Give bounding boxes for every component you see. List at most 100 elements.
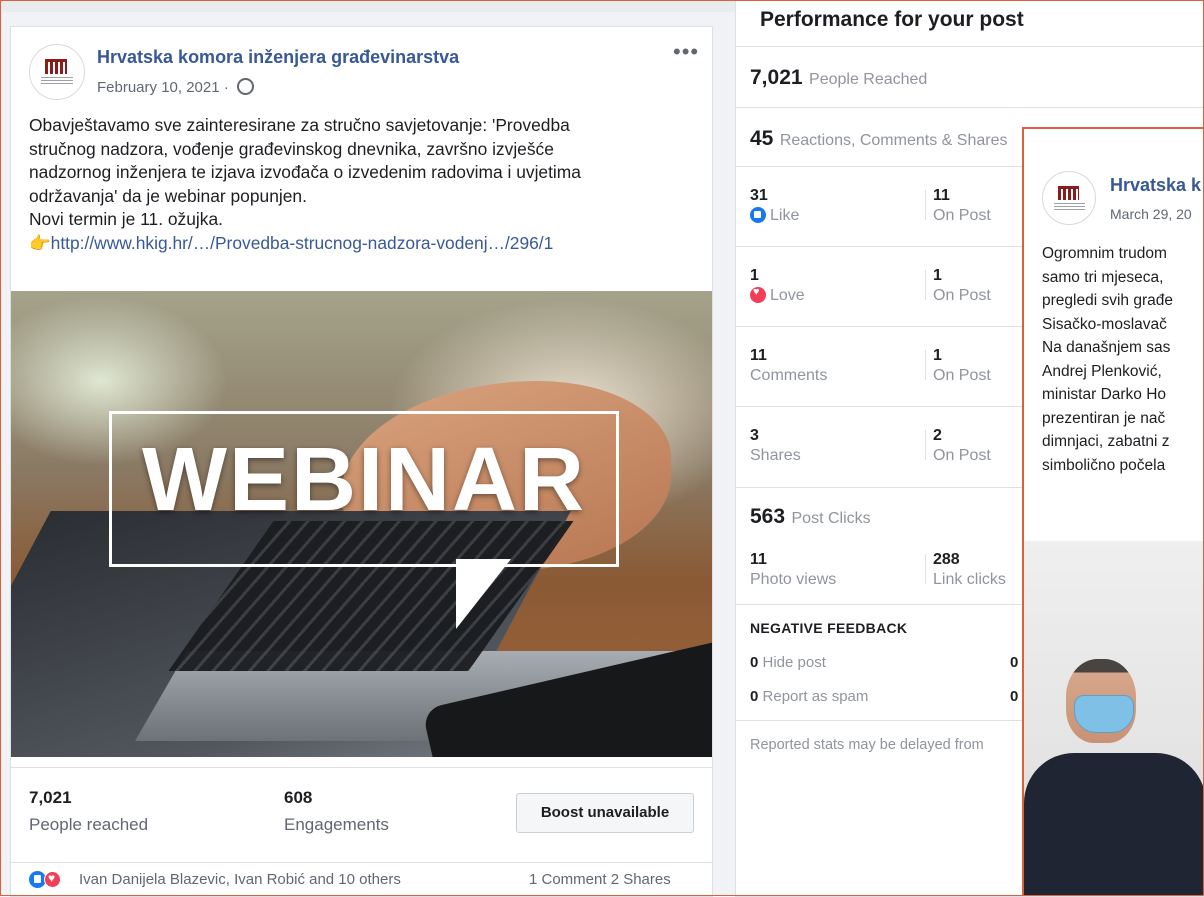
- shares-on-post: 2 On Post: [933, 427, 991, 465]
- love-on-post: 1 On Post: [933, 267, 991, 305]
- report-spam-value: 0: [750, 688, 759, 705]
- comments-count-label: Comments: [750, 367, 828, 384]
- overlay-page-name-link[interactable]: Hrvatska k: [1110, 175, 1201, 196]
- overlay-text-line: samo tri mjeseca,: [1042, 268, 1164, 286]
- comments-on-post-label: On Post: [933, 367, 991, 384]
- speech-bubble-tail: [456, 559, 511, 629]
- reactions-row: Ivan Danijela Blazevic, Ivan Robić and 1…: [11, 862, 712, 897]
- overlay-post-photo[interactable]: [1024, 541, 1204, 896]
- love-on-post-value: 1: [933, 267, 942, 284]
- logo-text-lines: [1054, 203, 1085, 211]
- report-spam-label: Report as spam: [762, 688, 869, 705]
- column-separator: [925, 190, 926, 220]
- post-text-line: održavanja' da je webinar popunjen.: [29, 185, 307, 206]
- people-reached-label: People reached: [29, 815, 149, 834]
- post-clicks-label: Post Clicks: [791, 510, 871, 527]
- people-reached-value: 7,021: [29, 788, 72, 807]
- post-text-line: stručnog nadzora, vođenje građevinskog d…: [29, 138, 554, 159]
- post-image[interactable]: WEBINAR: [11, 291, 712, 757]
- boost-button[interactable]: Boost unavailable: [516, 793, 694, 833]
- divider: [736, 46, 1204, 47]
- column-separator: [925, 350, 926, 380]
- comments-count-value: 11: [750, 347, 767, 364]
- photo-views-label: Photo views: [750, 571, 837, 588]
- link-clicks-value: 288: [933, 551, 960, 568]
- overlay-text-line: prezentiran je nač: [1042, 409, 1166, 427]
- people-reached-total-label: People Reached: [809, 71, 928, 88]
- like-on-post-label: On Post: [933, 207, 991, 224]
- overlay-page-avatar[interactable]: [1042, 171, 1096, 225]
- more-options-button[interactable]: •••: [673, 39, 699, 65]
- page-avatar[interactable]: [29, 44, 85, 100]
- logo-text-lines: [41, 77, 73, 85]
- negative-feedback-title: NEGATIVE FEEDBACK: [750, 620, 908, 636]
- engagements-value: 608: [284, 788, 313, 807]
- pointing-hand-icon: 👉: [29, 232, 51, 253]
- page-name-link[interactable]: Hrvatska komora inženjera građevinarstva: [97, 47, 459, 68]
- love-count-value: 1: [750, 267, 759, 284]
- overlay-text-line: Sisačko-moslavač: [1042, 315, 1167, 333]
- reactions-total-value: 45: [750, 127, 774, 150]
- webinar-heading: WEBINAR: [142, 430, 586, 530]
- shares-count-value: 3: [750, 427, 759, 444]
- overlay-post-text: Ogromnim trudom samo tri mjeseca, pregle…: [1042, 242, 1204, 477]
- post-date-text[interactable]: February 10, 2021 ·: [97, 79, 229, 96]
- hide-post-right-value: 0: [1010, 654, 1019, 671]
- stats-footnote: Reported stats may be delayed from: [750, 737, 984, 753]
- comments-on-post: 1 On Post: [933, 347, 991, 385]
- shares-count: 3 Shares: [750, 427, 801, 465]
- overlay-text-line: Na današnjem sas: [1042, 339, 1171, 356]
- post-text: Obavještavamo sve zainteresirane za stru…: [29, 114, 699, 255]
- engagements-stat: 608 Engagements: [284, 788, 389, 835]
- post-insights-row: 7,021 People reached 608 Engagements Boo…: [11, 767, 712, 863]
- reactions-names[interactable]: Ivan Danijela Blazevic, Ivan Robić and 1…: [79, 871, 401, 888]
- overlay-text-line: simbolično počela: [1042, 456, 1166, 474]
- like-on-post: 11 On Post: [933, 187, 991, 225]
- column-separator: [925, 554, 926, 584]
- people-reached-stat: 7,021 People reached: [29, 788, 148, 835]
- people-reached-total: 7,021 People Reached: [750, 66, 927, 90]
- overlay-text-line: Andrej Plenković,: [1042, 362, 1162, 380]
- report-spam-stat: 0 Report as spam: [750, 688, 868, 705]
- performance-title: Performance for your post: [760, 8, 1024, 31]
- like-icon: [750, 207, 766, 223]
- love-count-label: Love: [770, 287, 805, 304]
- overlay-text-line: ministar Darko Ho: [1042, 386, 1167, 403]
- post-link[interactable]: http://www.hkig.hr/…/Provedba-strucnog-n…: [51, 233, 554, 253]
- divider: [736, 107, 1204, 108]
- column-separator: [925, 270, 926, 300]
- post-date[interactable]: February 10, 2021 ·: [97, 78, 254, 96]
- post-clicks-total: 563 Post Clicks: [750, 505, 871, 529]
- like-count-label: Like: [770, 207, 800, 224]
- love-reaction-icon[interactable]: [44, 871, 61, 888]
- photo-views-value: 11: [750, 551, 767, 568]
- photo-views: 11 Photo views: [750, 551, 836, 589]
- engagements-label: Engagements: [284, 815, 389, 834]
- link-clicks-label: Link clicks: [933, 571, 1006, 588]
- post-text-line: Obavještavamo sve zainteresirane za stru…: [29, 115, 570, 135]
- shares-on-post-label: On Post: [933, 447, 991, 464]
- post-clicks-value: 563: [750, 505, 786, 528]
- overlay-text-line: Ogromnim trudom: [1042, 245, 1167, 262]
- person-body: [1024, 753, 1204, 896]
- comments-count: 11 Comments: [750, 347, 827, 385]
- comments-on-post-value: 1: [933, 347, 942, 364]
- column-separator: [925, 430, 926, 460]
- shares-on-post-value: 2: [933, 427, 942, 444]
- people-reached-total-value: 7,021: [750, 66, 803, 89]
- overlay-post-card: Hrvatska k March 29, 20 Ogromnim trudom …: [1022, 127, 1204, 896]
- overlay-text-line: dimnjaci, zabatni z: [1042, 433, 1170, 450]
- link-clicks: 288 Link clicks: [933, 551, 1006, 589]
- love-on-post-label: On Post: [933, 287, 991, 304]
- report-spam-right-value: 0: [1010, 688, 1019, 705]
- reactions-total: 45 Reactions, Comments & Shares: [750, 127, 1007, 151]
- hide-post-stat: 0 Hide post: [750, 654, 826, 671]
- love-count: 1 Love: [750, 267, 805, 305]
- post-card: Hrvatska komora inženjera građevinarstva…: [11, 27, 712, 896]
- overlay-text-line: pregledi svih građe: [1042, 292, 1173, 309]
- globe-icon: [236, 78, 254, 95]
- overlay-post-date[interactable]: March 29, 20: [1110, 206, 1192, 222]
- hkig-logo-icon: [1058, 186, 1079, 200]
- comments-shares-count[interactable]: 1 Comment 2 Shares: [529, 871, 671, 888]
- like-count: 31 Like: [750, 187, 799, 225]
